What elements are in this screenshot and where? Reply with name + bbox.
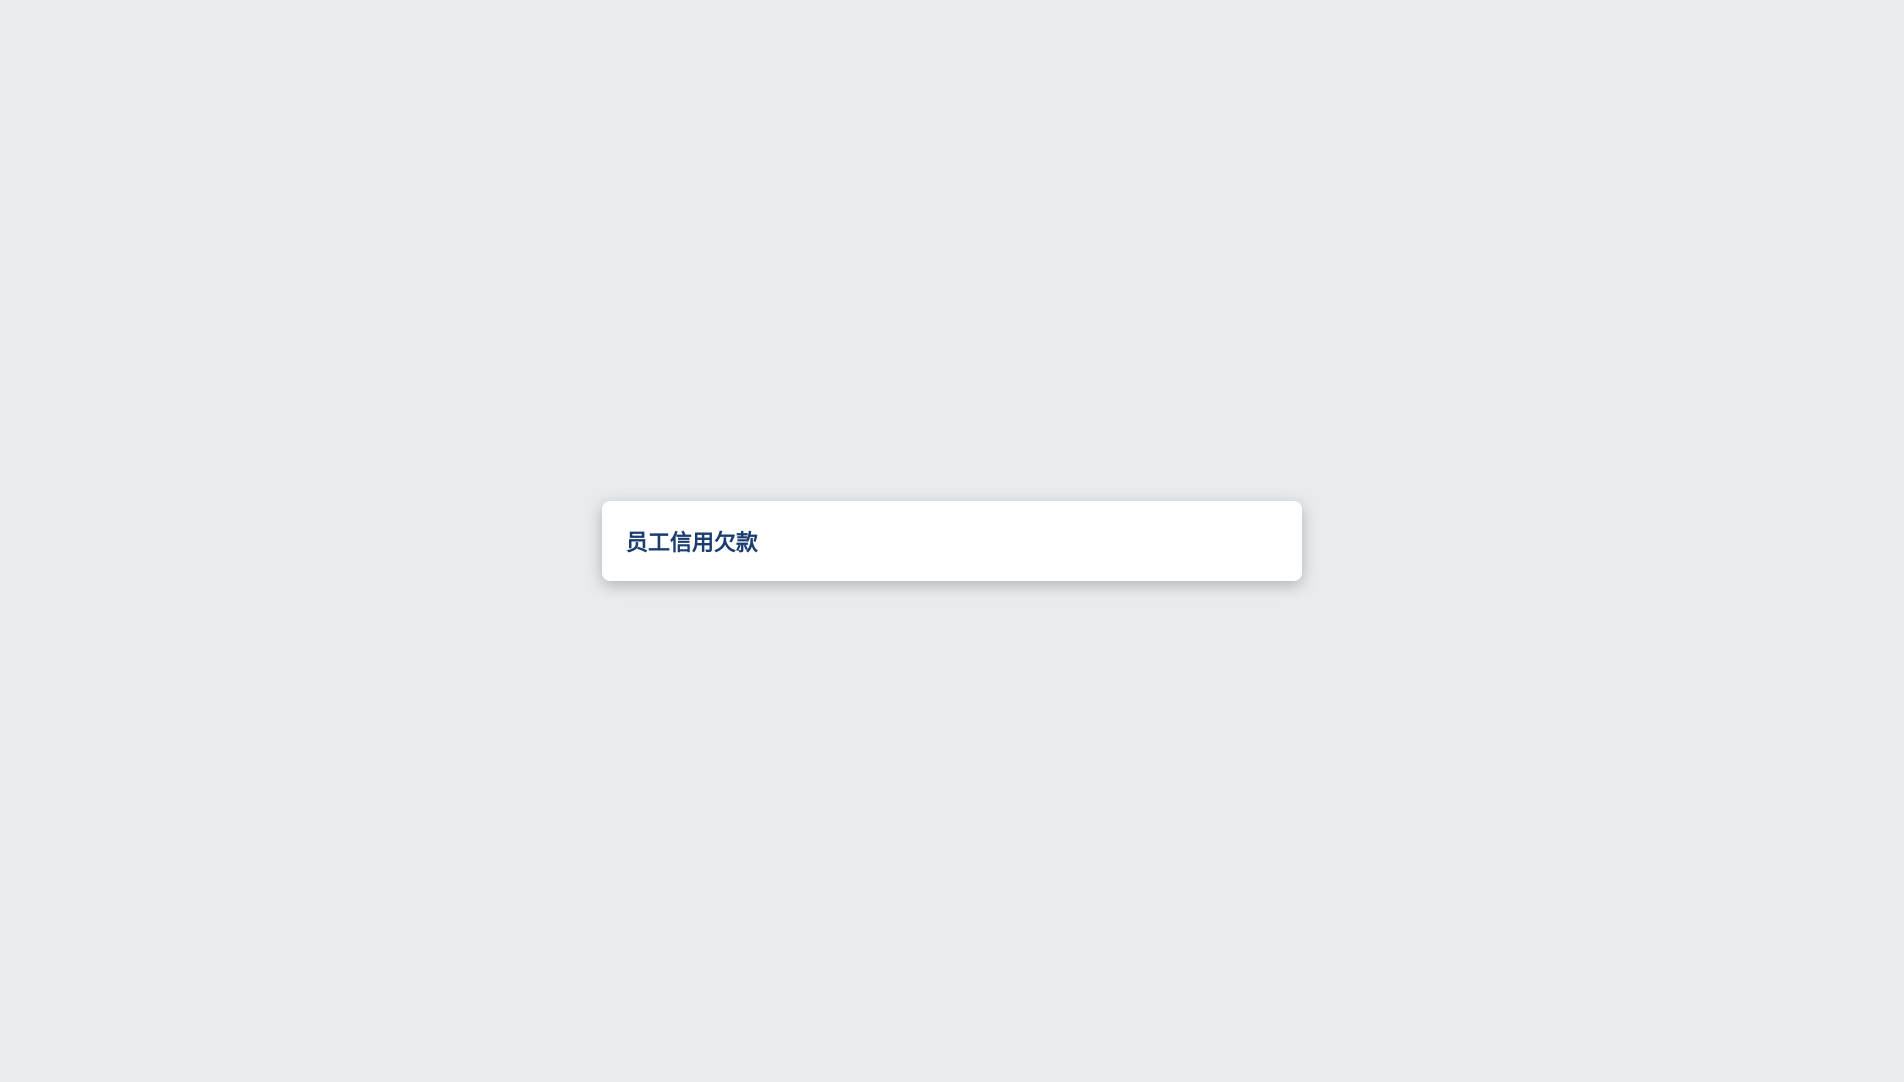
dialog-layer: 员工信用欠款 <box>0 0 1904 1082</box>
app-root: 员工信用欠款 <box>0 0 1904 1082</box>
employee-credit-dialog: 员工信用欠款 <box>602 501 1302 581</box>
dialog-title: 员工信用欠款 <box>626 531 759 556</box>
